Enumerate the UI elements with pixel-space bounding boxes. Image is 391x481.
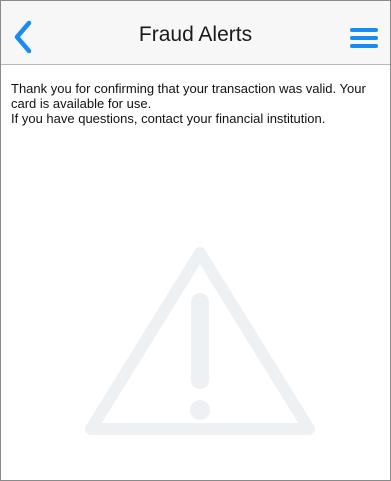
back-button[interactable]: [9, 19, 39, 55]
app-screen: Fraud Alerts Thank you for confirming th…: [0, 0, 391, 481]
navigation-bar: Fraud Alerts: [1, 1, 390, 65]
page-title: Fraud Alerts: [138, 23, 253, 46]
chevron-left-icon: [9, 19, 39, 55]
confirmation-message: Thank you for confirming that your trans…: [11, 81, 382, 126]
confirmation-text: Thank you for confirming that your trans…: [11, 81, 366, 111]
hamburger-menu-icon: [350, 27, 378, 51]
warning-triangle-icon: [83, 245, 317, 435]
contact-instructions-text: If you have questions, contact your fina…: [11, 111, 326, 126]
menu-button[interactable]: [350, 27, 378, 51]
